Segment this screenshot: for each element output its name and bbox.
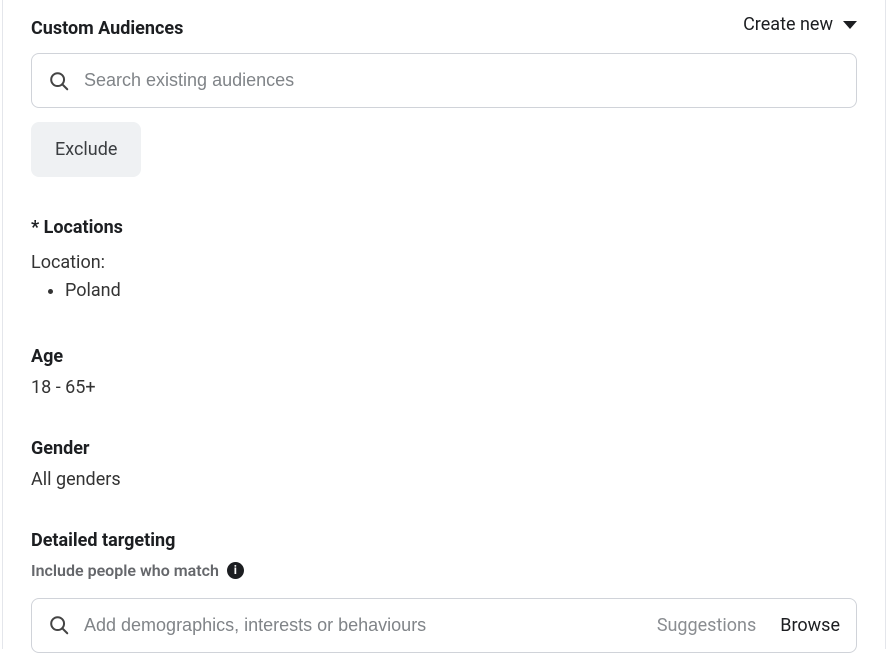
detailed-targeting-heading: Detailed targeting xyxy=(31,530,857,551)
custom-audiences-heading: Custom Audiences xyxy=(31,8,183,39)
detailed-targeting-box[interactable]: Suggestions Browse xyxy=(31,598,857,653)
create-new-dropdown[interactable]: Create new xyxy=(743,8,857,35)
locations-heading: * Locations xyxy=(31,217,857,238)
custom-audiences-search-input[interactable] xyxy=(84,70,840,91)
caret-down-icon xyxy=(843,21,857,29)
locations-list: Poland xyxy=(31,277,857,306)
gender-value: All genders xyxy=(31,469,857,490)
age-heading: Age xyxy=(31,346,857,367)
suggestions-link[interactable]: Suggestions xyxy=(657,615,756,636)
age-value: 18 - 65+ xyxy=(31,377,857,398)
search-icon xyxy=(48,614,70,636)
browse-link[interactable]: Browse xyxy=(780,615,840,636)
search-icon xyxy=(48,70,70,92)
custom-audiences-search-box[interactable] xyxy=(31,53,857,108)
gender-heading: Gender xyxy=(31,438,857,459)
exclude-button[interactable]: Exclude xyxy=(31,122,141,177)
info-icon[interactable]: i xyxy=(227,562,244,579)
create-new-label: Create new xyxy=(743,14,833,35)
list-item: Poland xyxy=(65,277,857,306)
location-label: Location: xyxy=(31,252,857,273)
include-people-label: Include people who match xyxy=(31,561,219,580)
detailed-targeting-input[interactable] xyxy=(84,615,643,636)
